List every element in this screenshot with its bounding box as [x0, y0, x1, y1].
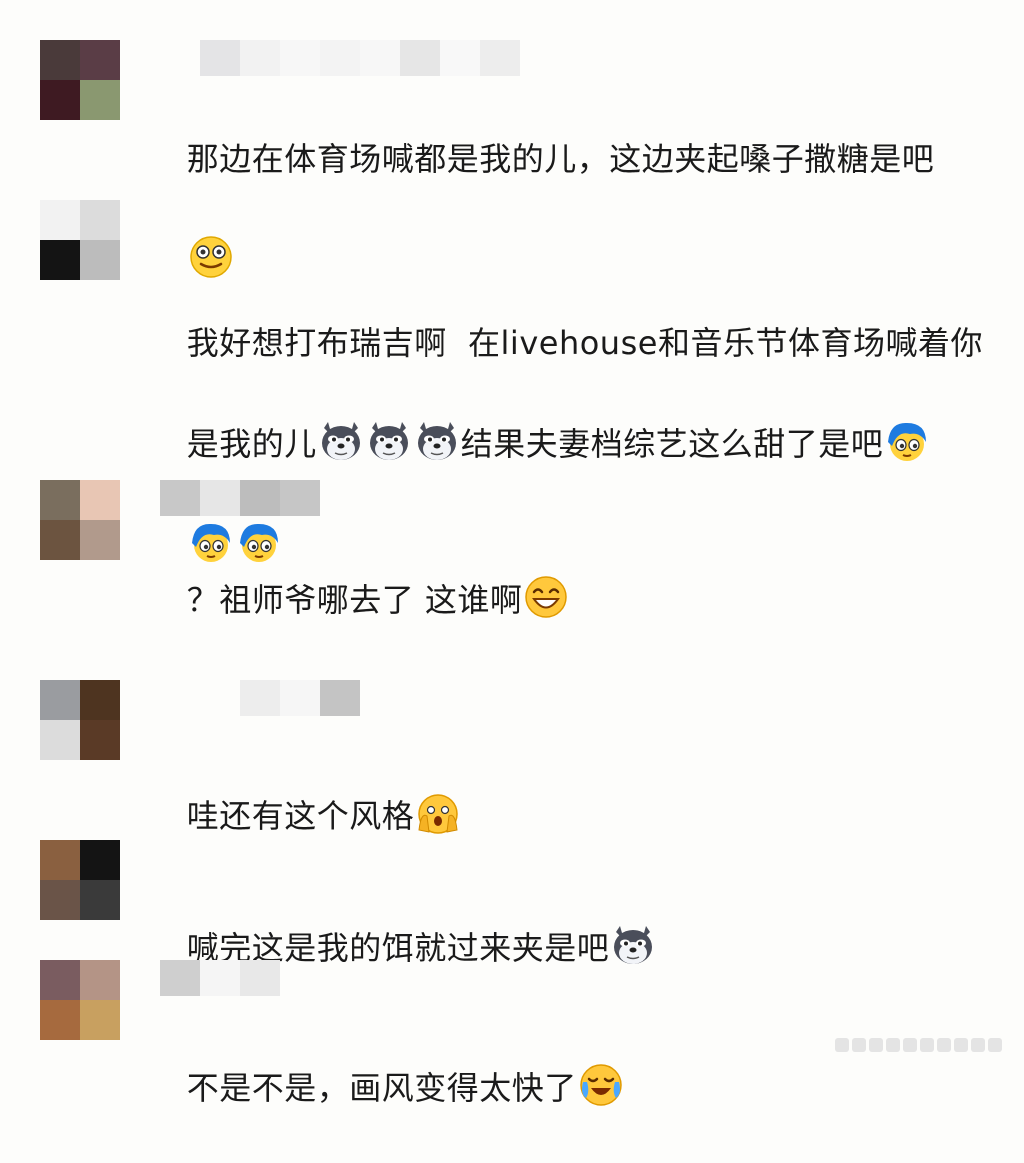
avatar[interactable]	[40, 960, 120, 1040]
comment-body: 哇还有这个风格	[186, 797, 415, 835]
husky-dog-icon	[366, 418, 412, 464]
avatar[interactable]	[40, 480, 120, 560]
avatar-tile	[40, 80, 80, 120]
avatar-tile	[40, 40, 80, 80]
avatar-tile	[80, 240, 120, 280]
avatar[interactable]	[40, 40, 120, 120]
avatar-tile	[40, 960, 80, 1000]
avatar-tile	[80, 80, 120, 120]
comment-body-line2-end: 结果夫妻档综艺这么甜了是吧	[460, 425, 884, 463]
avatar-tile	[40, 240, 80, 280]
comment-text: 不是不是，画风变得太快了	[144, 1012, 984, 1163]
blue-hair-face-icon	[884, 418, 930, 464]
avatar-tile	[80, 880, 120, 920]
comment-body-line2-start: 是我的儿	[186, 425, 317, 463]
avatar-tile	[40, 840, 80, 880]
comment-body: ？祖师爷哪去了 这谁啊	[186, 581, 523, 619]
comment-text: 喊完这是我的饵就过来夹是吧	[144, 872, 984, 1023]
avatar-tile	[40, 480, 80, 520]
crying-laughing-icon	[578, 1062, 624, 1108]
watermark	[835, 1038, 1002, 1052]
avatar[interactable]	[40, 680, 120, 760]
avatar-tile	[80, 40, 120, 80]
avatar-tile	[80, 840, 120, 880]
avatar-tile	[80, 520, 120, 560]
avatar-tile	[40, 680, 80, 720]
comment-body: 那边在体育场喊都是我的儿，这边夹起嗓子撒糖是吧	[186, 140, 935, 178]
avatar-tile	[40, 720, 80, 760]
avatar-tile	[40, 520, 80, 560]
comment-body-line1: 我好想打布瑞吉啊 在livehouse和音乐节体育场喊着你	[186, 324, 983, 362]
avatar-tile	[80, 1000, 120, 1040]
comment-body: 不是不是，画风变得太快了	[186, 1069, 577, 1107]
avatar-tile	[40, 880, 80, 920]
husky-dog-icon	[414, 418, 460, 464]
username-blurred[interactable]	[240, 680, 360, 716]
comment-text: ？祖师爷哪去了 这谁啊	[144, 524, 984, 675]
husky-dog-icon	[610, 922, 656, 968]
avatar-tile	[80, 680, 120, 720]
username-blurred[interactable]	[160, 960, 280, 996]
husky-dog-icon	[318, 418, 364, 464]
avatar[interactable]	[40, 840, 120, 920]
avatar-tile	[80, 480, 120, 520]
avatar[interactable]	[40, 200, 120, 280]
avatar-tile	[40, 1000, 80, 1040]
username-blurred[interactable]	[200, 40, 520, 76]
grinning-face-icon	[523, 574, 569, 620]
avatar-tile	[40, 200, 80, 240]
avatar-tile	[80, 960, 120, 1000]
avatar-tile	[80, 720, 120, 760]
comment-text: 哇还有这个风格	[144, 740, 984, 891]
username-blurred[interactable]	[160, 480, 320, 516]
face-screaming-icon	[415, 790, 461, 836]
avatar-tile	[80, 200, 120, 240]
